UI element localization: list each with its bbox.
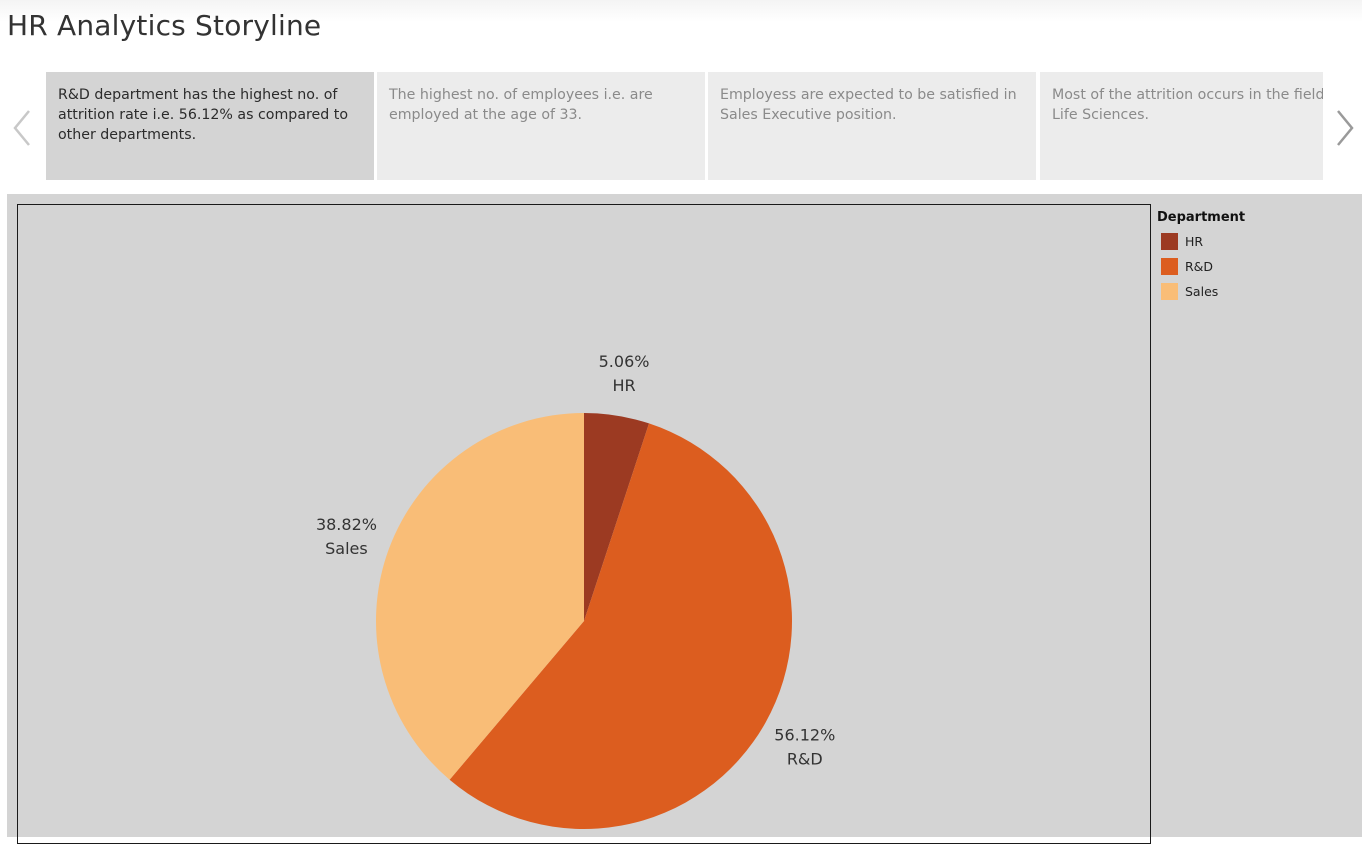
chevron-left-icon[interactable] bbox=[11, 108, 33, 148]
pie-value-label: 38.82% bbox=[316, 515, 377, 534]
story-point-4[interactable]: Most of the attrition occurs in the fiel… bbox=[1040, 72, 1323, 180]
chart-frame: 5.06% HR 56.12% R&D 38.82% Sales bbox=[17, 204, 1151, 844]
pie-category-label: HR bbox=[612, 376, 635, 395]
legend-swatch bbox=[1161, 233, 1178, 250]
pie-category-label: R&D bbox=[787, 750, 823, 769]
pie-category-label: Sales bbox=[325, 539, 368, 558]
legend: Department HR R&D Sales bbox=[1157, 210, 1245, 304]
pie-value-label: 5.06% bbox=[599, 352, 650, 371]
chevron-right-icon[interactable] bbox=[1334, 108, 1356, 148]
pie-value-label: 56.12% bbox=[774, 726, 835, 745]
dashboard-header: HR Analytics Storyline bbox=[0, 0, 1362, 60]
story-point-text: The highest no. of employees i.e. are em… bbox=[389, 87, 653, 123]
legend-label: HR bbox=[1185, 234, 1204, 249]
legend-item-sales[interactable]: Sales bbox=[1157, 279, 1245, 304]
story-point-1[interactable]: R&D department has the highest no. of at… bbox=[46, 72, 374, 180]
legend-label: Sales bbox=[1185, 284, 1219, 299]
page-title: HR Analytics Storyline bbox=[7, 9, 322, 42]
legend-item-hr[interactable]: HR bbox=[1157, 229, 1245, 254]
story-point-2[interactable]: The highest no. of employees i.e. are em… bbox=[377, 72, 705, 180]
legend-swatch bbox=[1161, 258, 1178, 275]
story-point-text: Most of the attrition occurs in the fiel… bbox=[1052, 87, 1323, 123]
story-point-text: Employess are expected to be satisfied i… bbox=[720, 87, 1017, 123]
legend-swatch bbox=[1161, 283, 1178, 300]
pie-chart: 5.06% HR 56.12% R&D 38.82% Sales bbox=[316, 352, 835, 829]
legend-label: R&D bbox=[1185, 259, 1214, 274]
story-point-text: R&D department has the highest no. of at… bbox=[58, 87, 349, 143]
legend-title: Department bbox=[1157, 210, 1246, 225]
story-point-3[interactable]: Employess are expected to be satisfied i… bbox=[708, 72, 1036, 180]
legend-item-rnd[interactable]: R&D bbox=[1157, 254, 1245, 279]
story-navigator: R&D department has the highest no. of at… bbox=[46, 72, 1323, 180]
dashboard-canvas: 5.06% HR 56.12% R&D 38.82% Sales Department H… bbox=[7, 194, 1362, 844]
